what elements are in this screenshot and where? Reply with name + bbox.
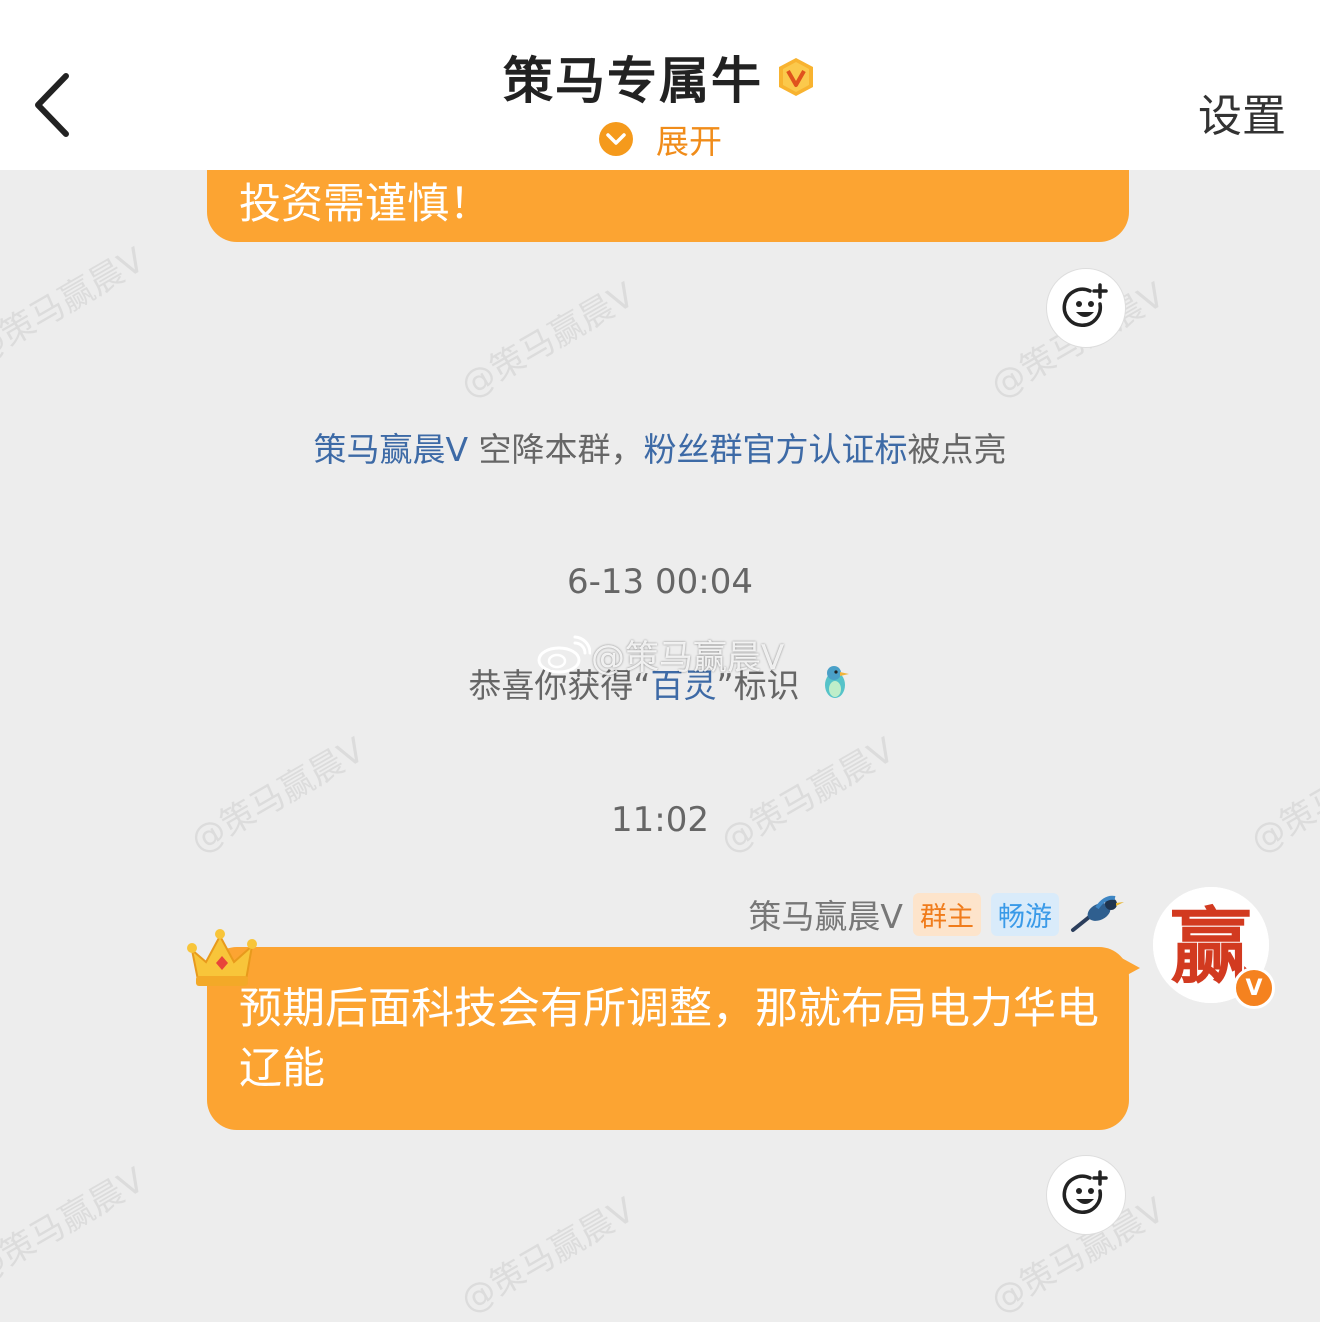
watermark: @策马赢晨V xyxy=(0,1160,152,1292)
verified-badge-icon xyxy=(779,58,813,96)
settings-button[interactable]: 设置 xyxy=(1198,80,1286,144)
lark-bird-icon xyxy=(824,666,849,698)
sender-info: 策马赢晨Ⅴ 群主 畅游 xyxy=(748,890,1125,938)
watermark: @策马赢晨V xyxy=(454,1190,642,1322)
bubble-tail xyxy=(1118,956,1140,980)
weibo-watermark: @策马赢晨V xyxy=(535,630,784,679)
emoji-add-icon xyxy=(1062,283,1108,328)
add-reaction-button[interactable] xyxy=(1046,1155,1126,1235)
chat-header: 策马专属牛 展开 设置 xyxy=(0,0,1320,170)
watermark: @策马赢晨V xyxy=(454,275,642,407)
watermark: @策马赢晨V xyxy=(0,240,152,372)
travel-badge: 畅游 xyxy=(991,892,1059,936)
watermark: @策马赢晨V xyxy=(714,730,902,862)
user-link[interactable]: 策马赢晨Ⅴ xyxy=(313,430,468,469)
sender-name[interactable]: 策马赢晨Ⅴ xyxy=(748,890,903,938)
page-title: 策马专属牛 xyxy=(503,52,763,110)
watermark: @策马赢晨V xyxy=(1244,730,1320,862)
avatar-verified-icon: V xyxy=(1233,967,1275,1009)
group-owner-badge: 群主 xyxy=(913,892,981,936)
message-text: 投资需谨慎！ xyxy=(239,179,492,228)
message-text: 预期后面科技会有所调整，那就布局电力华电辽能 xyxy=(239,984,1099,1094)
title-row: 策马专属牛 xyxy=(0,42,1320,112)
timestamp: 6-13 00:04 xyxy=(567,562,753,602)
magpie-bird-icon xyxy=(1071,895,1124,932)
weibo-logo-icon xyxy=(537,635,591,673)
timestamp: 11:02 xyxy=(611,800,709,840)
weibo-watermark-text: @策马赢晨V xyxy=(591,638,785,678)
expand-button[interactable]: 展开 xyxy=(0,114,1320,164)
avatar[interactable]: 赢 V xyxy=(1153,887,1275,1009)
notice-text: 空降本群， xyxy=(468,430,644,469)
message-bubble[interactable]: 预期后面科技会有所调整，那就布局电力华电辽能 xyxy=(207,947,1129,1130)
chevron-down-circle-icon xyxy=(599,122,633,156)
crown-icon xyxy=(187,929,257,986)
watermark: @策马赢晨V xyxy=(184,730,372,862)
expand-label: 展开 xyxy=(656,122,722,161)
system-notice: 策马赢晨Ⅴ 空降本群，粉丝群官方认证标被点亮 xyxy=(0,423,1320,471)
notice-tail: 被点亮 xyxy=(907,430,1007,469)
emoji-add-icon xyxy=(1062,1170,1108,1215)
add-reaction-button[interactable] xyxy=(1046,268,1126,348)
badge-link[interactable]: 粉丝群官方认证标 xyxy=(644,430,908,469)
